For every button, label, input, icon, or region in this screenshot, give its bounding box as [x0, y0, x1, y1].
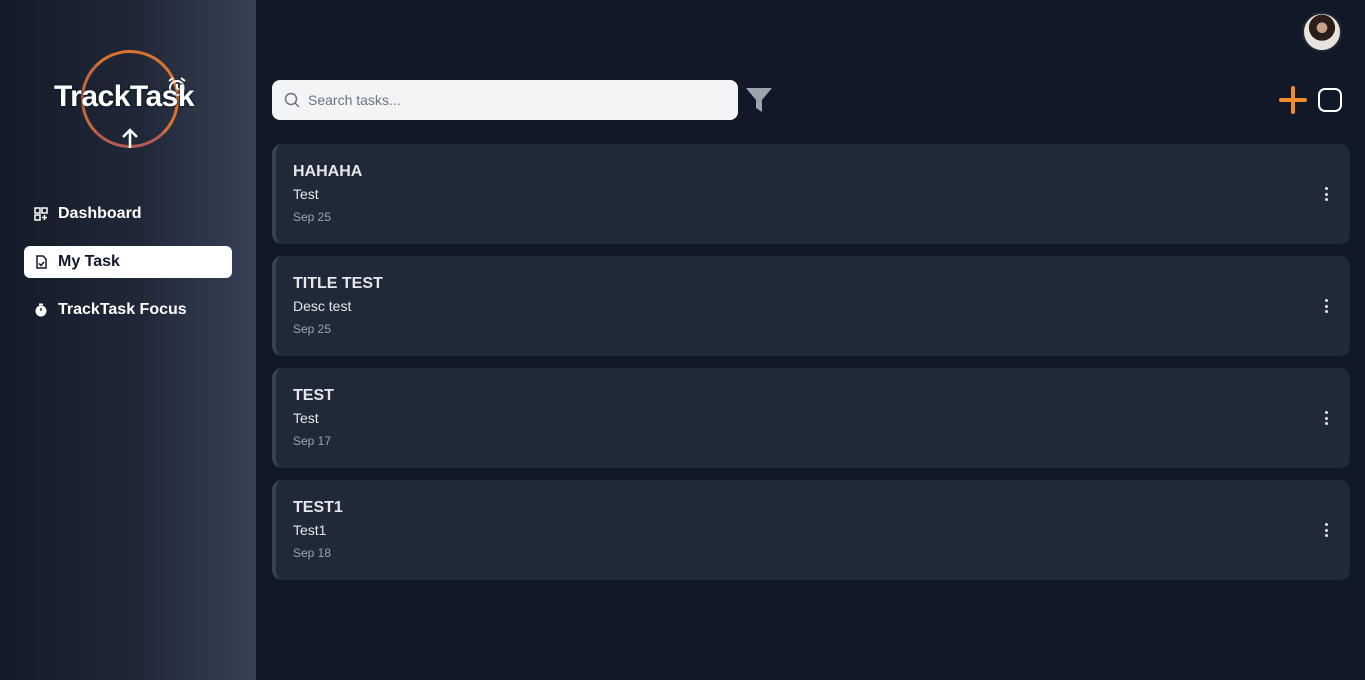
select-mode-button[interactable] — [1318, 88, 1342, 112]
task-card[interactable]: HAHAHA Test Sep 25 — [272, 144, 1350, 244]
up-arrow-icon — [122, 128, 138, 148]
sidebar-item-my-task[interactable]: My Task — [24, 246, 232, 278]
task-description: Test — [293, 186, 319, 202]
sidebar: TrackTask Dashboard My Task TrackTask Fo… — [0, 0, 256, 680]
task-list: HAHAHA Test Sep 25 TITLE TEST Desc test … — [272, 144, 1350, 592]
task-date: Sep 18 — [293, 546, 332, 560]
stopwatch-icon — [34, 303, 48, 317]
dashboard-grid-icon — [34, 207, 48, 221]
task-date: Sep 25 — [293, 210, 332, 224]
task-title: TITLE TEST — [293, 275, 383, 292]
filter-funnel-icon[interactable] — [745, 86, 773, 114]
task-title: TEST1 — [293, 499, 343, 516]
task-card[interactable]: TITLE TEST Desc test Sep 25 — [272, 256, 1350, 356]
more-options-icon[interactable] — [1320, 521, 1332, 539]
more-options-icon[interactable] — [1320, 297, 1332, 315]
user-avatar[interactable] — [1302, 12, 1342, 52]
task-document-icon — [34, 255, 48, 269]
task-date: Sep 17 — [293, 434, 332, 448]
task-title: TEST — [293, 387, 334, 404]
sidebar-nav: Dashboard My Task TrackTask Focus — [24, 198, 232, 342]
search-bar — [272, 80, 738, 120]
task-title: HAHAHA — [293, 163, 363, 180]
task-description: Test1 — [293, 522, 327, 538]
sidebar-item-dashboard[interactable]: Dashboard — [24, 198, 232, 230]
sidebar-item-label: My Task — [58, 253, 120, 270]
task-description: Test — [293, 410, 319, 426]
sidebar-item-label: TrackTask Focus — [58, 301, 187, 318]
task-date: Sep 25 — [293, 322, 332, 336]
task-description: Desc test — [293, 298, 352, 314]
search-input[interactable] — [308, 92, 708, 108]
sidebar-item-tracktask-focus[interactable]: TrackTask Focus — [24, 294, 232, 326]
more-options-icon[interactable] — [1320, 409, 1332, 427]
task-card[interactable]: TEST Test Sep 17 — [272, 368, 1350, 468]
more-options-icon[interactable] — [1320, 185, 1332, 203]
task-card[interactable]: TEST1 Test1 Sep 18 — [272, 480, 1350, 580]
tracktask-logo[interactable]: TrackTask — [48, 46, 218, 156]
logo-text: TrackTask — [54, 80, 195, 113]
search-icon — [284, 92, 300, 108]
add-task-button[interactable] — [1279, 86, 1307, 114]
sidebar-item-label: Dashboard — [58, 205, 142, 222]
